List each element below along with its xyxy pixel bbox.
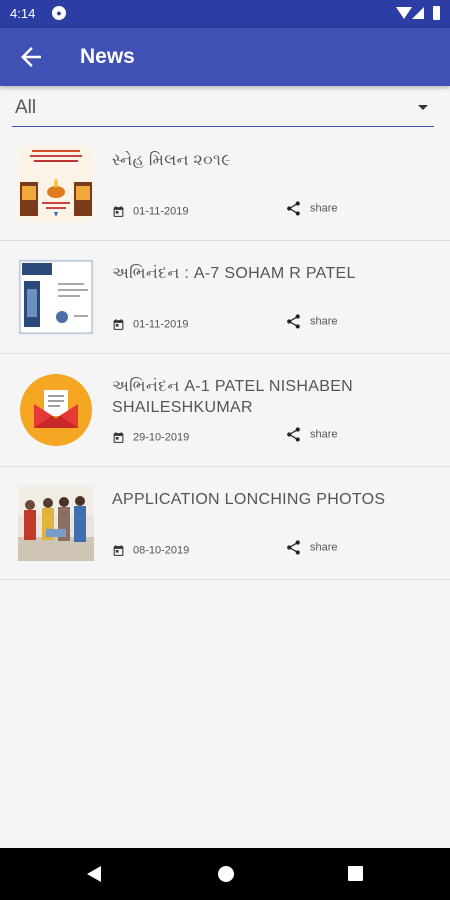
news-item[interactable]: સ્નેહ મિલન ૨૦૧૯ 01-11-2019 share xyxy=(0,128,450,241)
battery-icon xyxy=(433,6,440,20)
share-label: share xyxy=(310,428,338,441)
filter-selected-value: All xyxy=(15,97,37,118)
share-button[interactable]: share xyxy=(285,200,338,217)
news-date: 01-11-2019 xyxy=(112,318,188,331)
news-list: સ્નેહ મિલન ૨૦૧૯ 01-11-2019 share અભિનંદન… xyxy=(0,128,450,580)
share-icon xyxy=(287,201,300,216)
news-date-text: 08-10-2019 xyxy=(133,544,190,557)
category-filter-dropdown[interactable]: All xyxy=(12,92,434,127)
news-title: અભિનંદન : A-7 SOHAM R PATEL xyxy=(112,265,356,282)
news-item[interactable]: APPLICATION LONCHING PHOTOS 08-10-2019 s… xyxy=(0,467,450,580)
page-title: News xyxy=(80,45,135,68)
news-date: 08-10-2019 xyxy=(112,544,189,557)
share-icon xyxy=(287,314,300,329)
share-label: share xyxy=(310,202,338,215)
share-button[interactable]: share xyxy=(285,539,338,556)
share-button[interactable]: share xyxy=(285,313,338,330)
dropdown-arrow-icon xyxy=(418,105,428,110)
calendar-icon xyxy=(113,545,124,556)
arrow-back-icon xyxy=(21,47,41,67)
news-item[interactable]: અભિનંદન A-1 PATEL NISHABEN SHAILESHKUMAR… xyxy=(0,354,450,467)
news-date: 01-11-2019 xyxy=(112,205,188,218)
news-date-text: 29-10-2019 xyxy=(133,431,190,444)
news-title: APPLICATION LONCHING PHOTOS xyxy=(112,491,386,508)
news-thumbnail-launch-photo xyxy=(18,485,94,561)
share-button[interactable]: share xyxy=(285,426,338,443)
share-icon xyxy=(287,427,300,442)
news-date-text: 01-11-2019 xyxy=(133,205,189,218)
app-bar: News xyxy=(0,28,450,86)
share-icon xyxy=(287,540,300,555)
share-label: share xyxy=(310,541,338,554)
news-date: 29-10-2019 xyxy=(112,431,189,444)
nav-home-icon[interactable] xyxy=(218,866,234,882)
share-label: share xyxy=(310,315,338,328)
calendar-icon xyxy=(113,319,124,330)
news-date-text: 01-11-2019 xyxy=(133,318,189,331)
news-thumbnail-envelope xyxy=(18,372,94,448)
news-thumbnail-certificate xyxy=(18,259,94,335)
envelope-icon xyxy=(20,374,92,446)
calendar-icon xyxy=(113,206,124,217)
wifi-icon xyxy=(396,7,412,19)
news-thumbnail-sneh-milan xyxy=(18,146,94,222)
status-time: 4:14 xyxy=(10,6,36,21)
nav-back-icon[interactable] xyxy=(87,866,101,882)
calendar-icon xyxy=(113,432,124,443)
nav-recent-apps-icon[interactable] xyxy=(348,866,363,881)
news-title: સ્નેહ મિલન ૨૦૧૯ xyxy=(112,152,231,169)
news-item[interactable]: અભિનંદન : A-7 SOHAM R PATEL 01-11-2019 s… xyxy=(0,241,450,354)
system-navigation-bar xyxy=(0,848,450,900)
cellular-signal-icon xyxy=(412,7,424,19)
app-notification-icon: ● xyxy=(52,6,66,20)
back-button[interactable] xyxy=(16,42,46,72)
news-title: અભિનંદન A-1 PATEL NISHABEN SHAILESHKUMAR xyxy=(112,378,354,416)
status-bar: 4:14 ● xyxy=(0,0,450,28)
